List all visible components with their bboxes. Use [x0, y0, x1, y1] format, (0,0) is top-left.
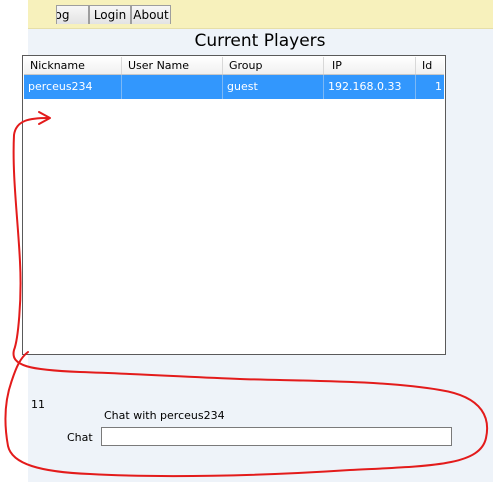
tab-login[interactable]: Login — [89, 5, 131, 24]
grid-header: Nickname User Name Group IP Id — [24, 57, 444, 75]
tab-strip: Log Login About — [28, 0, 493, 29]
cell-group: guest — [223, 75, 324, 99]
tab-about[interactable]: About — [131, 5, 171, 24]
page-title: Current Players — [194, 31, 326, 51]
column-header-username[interactable]: User Name — [122, 57, 223, 74]
column-header-group[interactable]: Group — [223, 57, 324, 74]
cell-nickname: perceus234 — [24, 75, 122, 99]
column-header-ip[interactable]: IP — [324, 57, 416, 74]
chat-input[interactable] — [101, 427, 452, 446]
chat-with-label: Chat with perceus234 — [104, 409, 225, 422]
tab-log[interactable]: Log — [56, 5, 89, 24]
player-count: 11 — [31, 398, 45, 411]
players-grid[interactable]: Nickname User Name Group IP Id perceus23… — [22, 55, 446, 355]
column-header-id[interactable]: Id — [416, 57, 446, 74]
cell-id: 1 — [435, 80, 442, 93]
column-header-nickname[interactable]: Nickname — [24, 57, 122, 74]
chat-label: Chat — [67, 431, 93, 444]
cell-username — [122, 75, 223, 99]
table-row[interactable]: perceus234 guest 192.168.0.33 1 — [24, 75, 444, 99]
cell-ip: 192.168.0.33 — [324, 75, 416, 99]
